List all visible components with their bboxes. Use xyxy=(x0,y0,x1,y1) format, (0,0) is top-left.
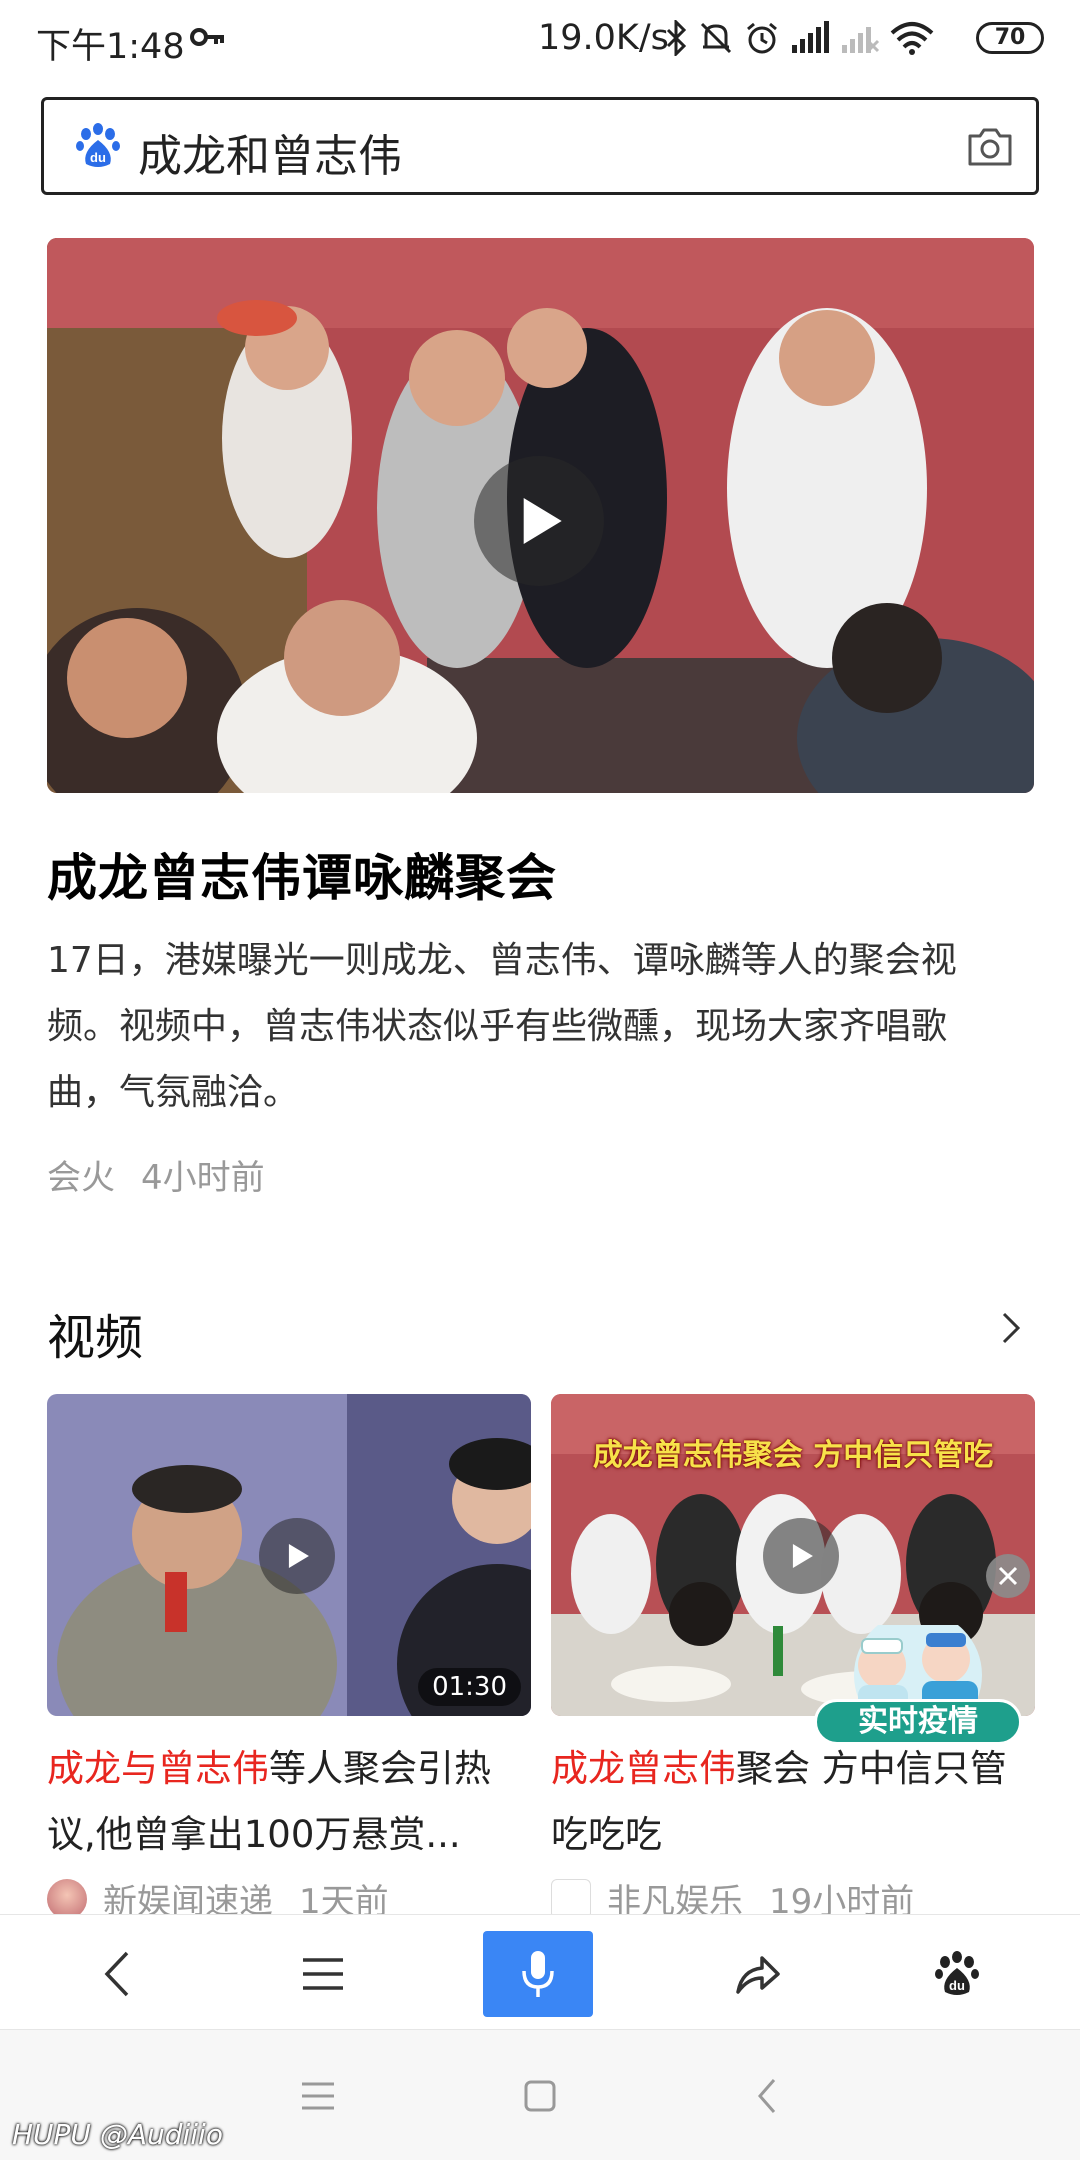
top-story-time: 4小时前 xyxy=(141,1158,265,1198)
baidu-paw-icon: du xyxy=(76,123,120,167)
signal-icon xyxy=(792,21,829,53)
network-speed: 19.0K/s xyxy=(538,18,669,58)
top-story-meta: 会火 4小时前 xyxy=(47,1150,265,1199)
close-icon xyxy=(998,1566,1018,1586)
chevron-right-icon[interactable] xyxy=(996,1310,1026,1346)
play-button[interactable] xyxy=(259,1518,335,1594)
title-highlight: 成龙曾志伟 xyxy=(551,1747,736,1790)
video-card-thumbnail[interactable]: 01:30 xyxy=(47,1394,531,1716)
camera-icon[interactable] xyxy=(966,126,1014,168)
share-button[interactable] xyxy=(703,1931,813,2017)
wifi-icon xyxy=(890,22,934,55)
avatar xyxy=(47,1878,87,1919)
watermark: HUPU @Audiiio xyxy=(12,2118,223,2151)
alarm-icon xyxy=(747,22,777,54)
play-button[interactable] xyxy=(474,456,604,586)
search-query[interactable]: 成龙和曾志伟 xyxy=(138,120,402,184)
video-card[interactable]: 01:30 成龙与曾志伟等人聚会引热议,他曾拿出100万悬赏... 新娱闻速递 … xyxy=(47,1394,531,1923)
avatar xyxy=(551,1878,591,1919)
play-icon xyxy=(792,1544,813,1568)
close-button[interactable] xyxy=(986,1554,1030,1598)
epidemic-badge-label: 实时疫情 xyxy=(814,1699,1022,1745)
recent-apps-icon[interactable] xyxy=(298,2076,338,2116)
mute-icon xyxy=(700,22,732,54)
title-highlight: 成龙与曾志伟 xyxy=(47,1747,269,1790)
thumbnail-caption: 成龙曾志伟聚会 方中信只管吃 xyxy=(592,1438,994,1473)
play-icon xyxy=(523,498,562,544)
signal-off-icon xyxy=(842,27,880,53)
back-icon[interactable] xyxy=(748,2076,788,2116)
status-bar: 下午1:48 19.0K/s 70 xyxy=(0,0,1080,78)
microphone-icon xyxy=(522,1951,554,1997)
menu-button[interactable] xyxy=(268,1931,378,2017)
bluetooth-icon xyxy=(666,20,687,56)
play-icon xyxy=(288,1544,309,1568)
menu-icon xyxy=(303,1958,343,1990)
voice-search-button[interactable] xyxy=(483,1931,593,2017)
baidu-home-button[interactable]: du xyxy=(902,1931,1012,2017)
share-icon xyxy=(736,1956,780,1994)
top-story-source: 会火 xyxy=(47,1158,115,1198)
key-icon xyxy=(190,28,224,46)
svg-text:du: du xyxy=(90,150,106,165)
bottom-toolbar: du xyxy=(0,1914,1080,2030)
top-video-thumbnail[interactable] xyxy=(47,238,1034,793)
epidemic-badge[interactable]: 实时疫情 xyxy=(814,1625,1022,1745)
baidu-home-icon: du xyxy=(935,1951,979,1995)
battery-icon: 70 xyxy=(976,22,1044,54)
top-story-summary: 17日，港媒曝光一则成龙、曾志伟、谭咏麟等人的聚会视频。视频中，曾志伟状态似乎有… xyxy=(47,940,957,1113)
video-card-title[interactable]: 成龙曾志伟聚会 方中信只管吃吃吃 xyxy=(551,1736,1035,1868)
video-card-title[interactable]: 成龙与曾志伟等人聚会引热议,他曾拿出100万悬赏... xyxy=(47,1736,531,1868)
play-button[interactable] xyxy=(763,1518,839,1594)
top-story-headline[interactable]: 成龙曾志伟谭咏麟聚会 xyxy=(47,838,557,910)
back-icon xyxy=(104,1951,129,1997)
video-duration: 01:30 xyxy=(418,1668,521,1706)
status-time: 下午1:48 xyxy=(36,27,185,67)
search-input[interactable]: du 成龙和曾志伟 xyxy=(41,97,1039,195)
svg-text:du: du xyxy=(949,1978,965,1993)
video-section-title[interactable]: 视频 xyxy=(47,1298,143,1368)
back-button[interactable] xyxy=(62,1931,172,2017)
home-icon[interactable] xyxy=(520,2076,560,2116)
